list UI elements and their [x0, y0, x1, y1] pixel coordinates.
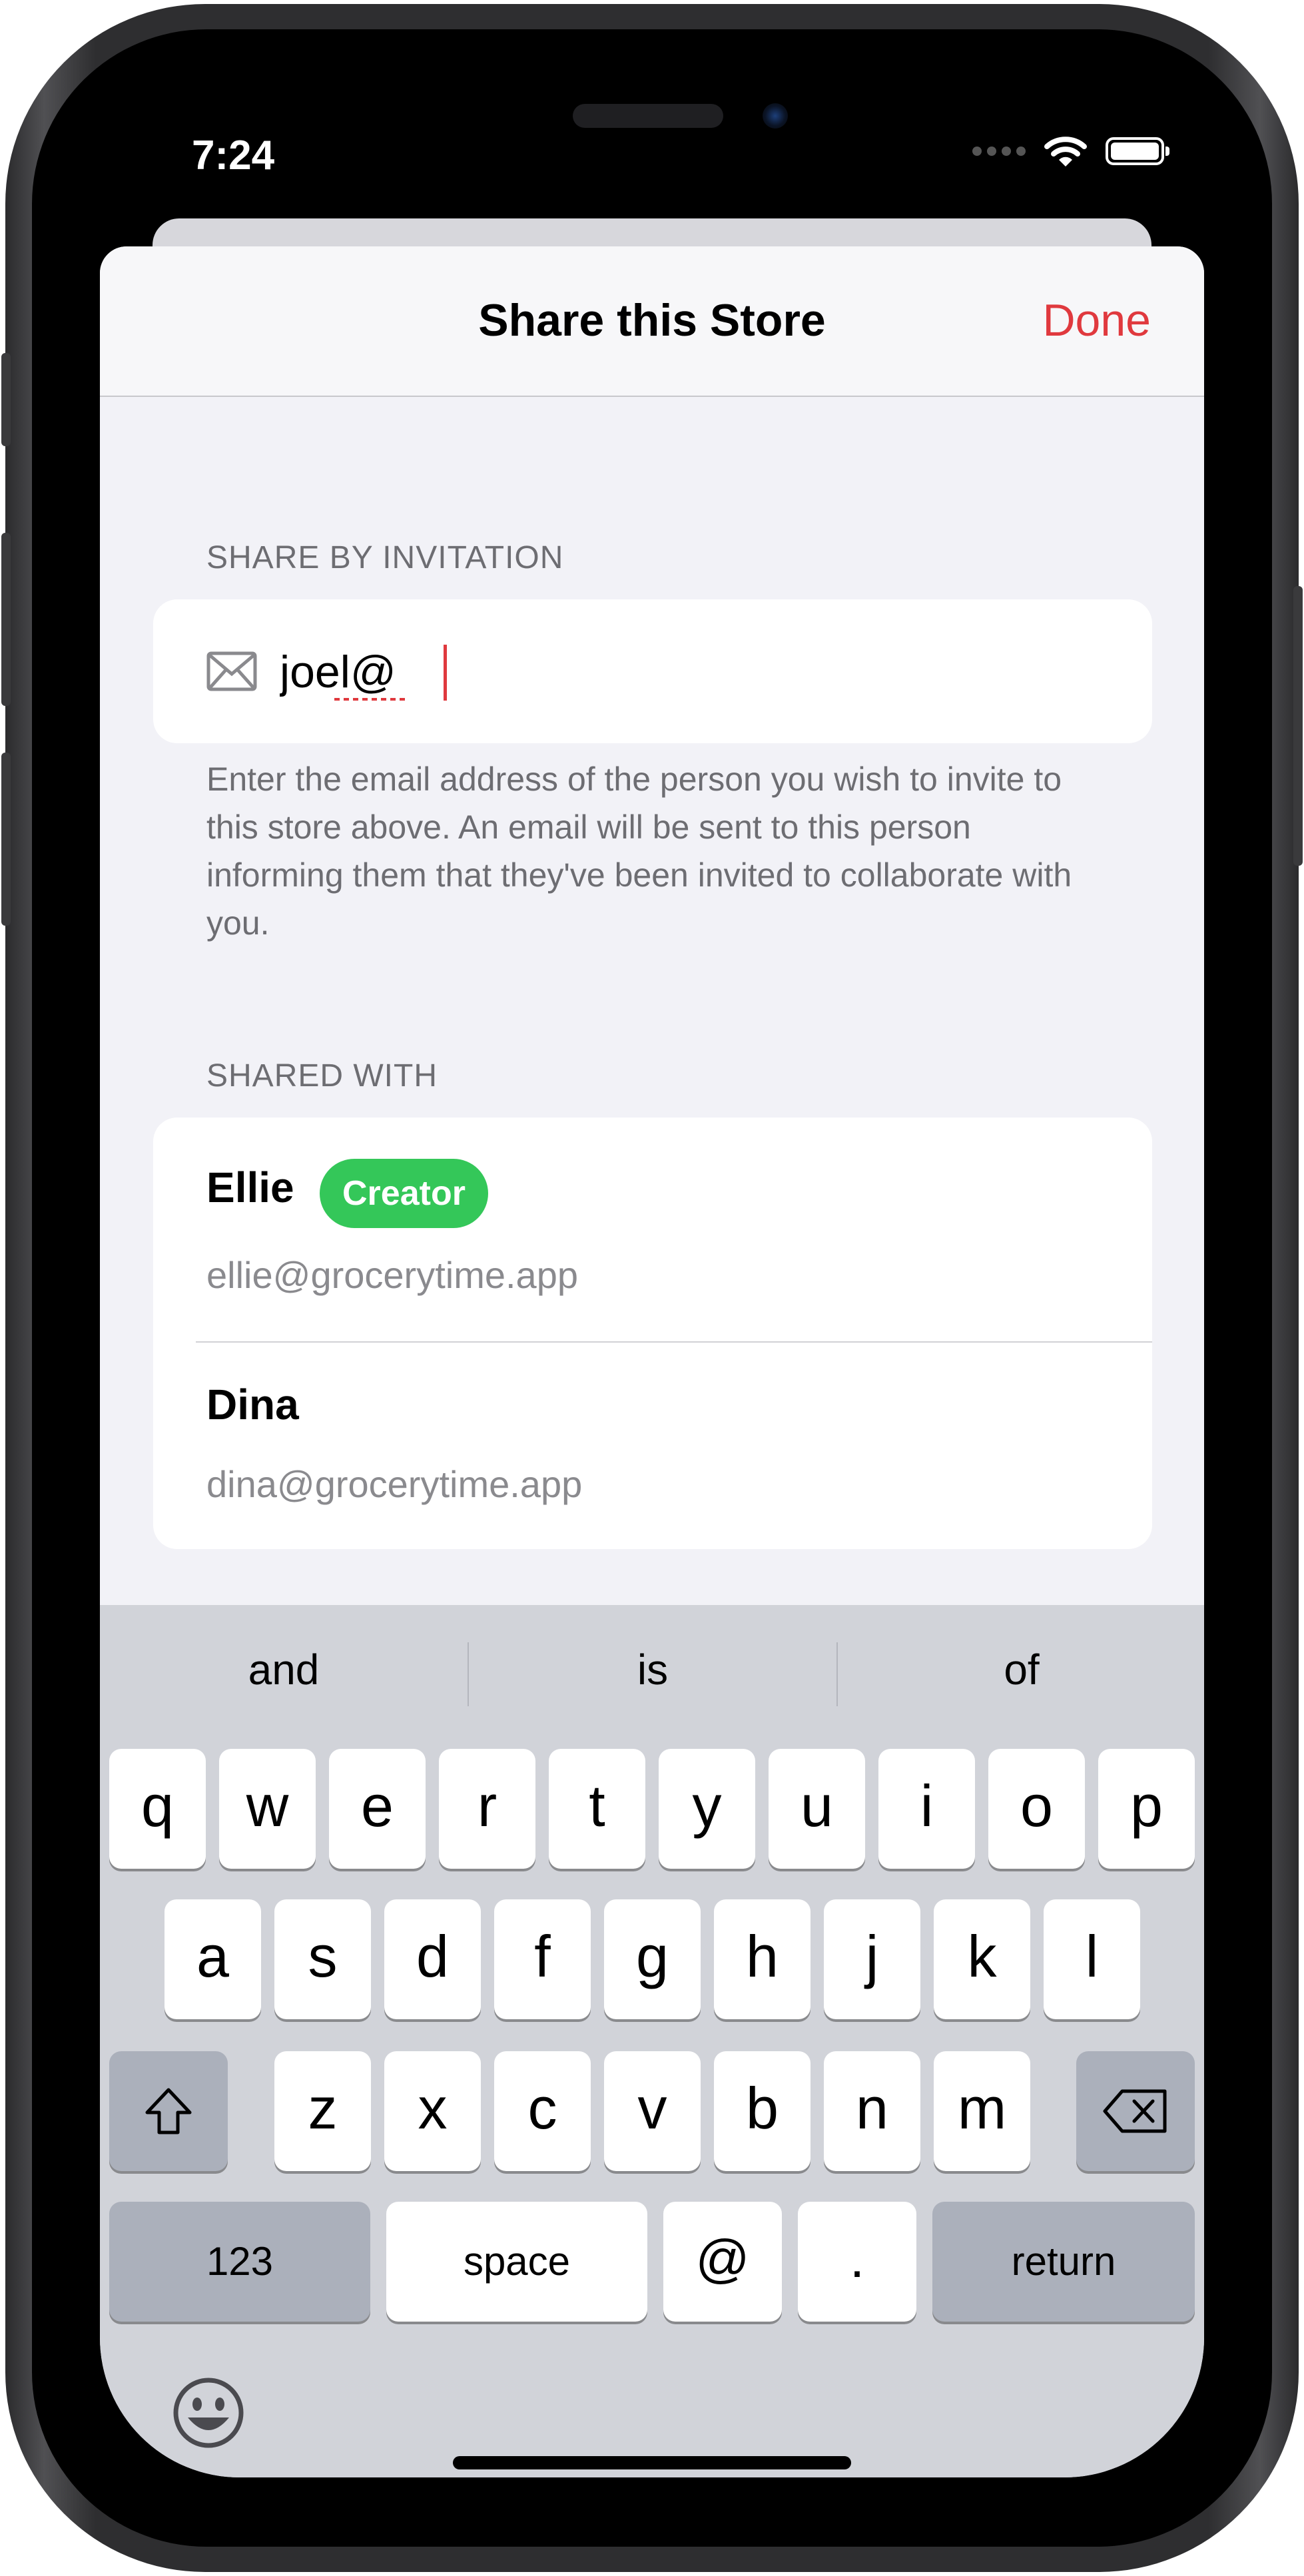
home-indicator [453, 2456, 851, 2469]
emoji-icon[interactable] [172, 2376, 245, 2449]
keyboard: and is of qwertyuiop asdfghjkl zxcvbnm 1… [100, 1605, 1204, 2477]
key-q[interactable]: q [109, 1749, 206, 1869]
key-c[interactable]: c [494, 2051, 591, 2171]
key-j[interactable]: j [824, 1899, 920, 2019]
person-email: ellie@grocerytime.app [206, 1254, 578, 1296]
key-i[interactable]: i [878, 1749, 975, 1869]
key-z[interactable]: z [274, 2051, 371, 2171]
speaker [573, 104, 723, 128]
front-camera [763, 103, 788, 129]
key-d[interactable]: d [384, 1899, 481, 2019]
key-n[interactable]: n [824, 2051, 920, 2171]
space-key[interactable]: space [386, 2202, 647, 2322]
key-b[interactable]: b [714, 2051, 811, 2171]
key-h[interactable]: h [714, 1899, 811, 2019]
list-item[interactable]: Ellie Creator ellie@grocerytime.app [153, 1118, 1152, 1341]
key-f[interactable]: f [494, 1899, 591, 2019]
key-v[interactable]: v [604, 2051, 701, 2171]
done-button[interactable]: Done [1042, 294, 1151, 346]
shift-icon [145, 2088, 192, 2134]
key-x[interactable]: x [384, 2051, 481, 2171]
delete-key[interactable] [1076, 2051, 1195, 2171]
creator-badge: Creator [320, 1159, 488, 1228]
shared-with-list: Ellie Creator ellie@grocerytime.app Dina… [153, 1118, 1152, 1549]
page-title: Share this Store [478, 295, 826, 346]
screen: 7:24 Share this Store Done SHARE BY INVI… [100, 47, 1204, 2477]
key-t[interactable]: t [549, 1749, 645, 1869]
numbers-key[interactable]: 123 [109, 2202, 370, 2322]
battery-icon [1106, 137, 1169, 165]
key-r[interactable]: r [439, 1749, 535, 1869]
email-input-card[interactable] [153, 599, 1152, 743]
side-button-power [1293, 586, 1303, 866]
period-key[interactable]: . [798, 2202, 916, 2322]
suggestion-3[interactable]: of [838, 1645, 1204, 1694]
status-time: 7:24 [192, 133, 275, 178]
side-button-volume-up [1, 533, 11, 706]
text-caret [444, 645, 447, 701]
spellcheck-underline [334, 698, 406, 701]
key-m[interactable]: m [934, 2051, 1030, 2171]
side-button-volume-down [1, 753, 11, 926]
shift-key[interactable] [109, 2051, 228, 2171]
key-o[interactable]: o [988, 1749, 1085, 1869]
list-item[interactable]: Dina dina@grocerytime.app [153, 1343, 1152, 1549]
shared-section-header: SHARED WITH [206, 1058, 438, 1094]
suggestion-2[interactable]: is [469, 1645, 836, 1694]
at-key[interactable]: @ [663, 2202, 782, 2322]
share-sheet: Share this Store Done SHARE BY INVITATIO… [100, 246, 1204, 2477]
status-icons [972, 135, 1169, 168]
invite-section-header: SHARE BY INVITATION [206, 540, 564, 575]
nav-bar: Share this Store Done [100, 246, 1204, 397]
side-button-silent [1, 353, 11, 446]
signal-icon [972, 147, 1026, 156]
key-l[interactable]: l [1044, 1899, 1140, 2019]
key-s[interactable]: s [274, 1899, 371, 2019]
person-name: Dina [206, 1381, 299, 1429]
person-name: Ellie [206, 1163, 294, 1211]
suggestion-1[interactable]: and [100, 1645, 468, 1694]
invite-help-text: Enter the email address of the person yo… [206, 761, 1072, 942]
key-y[interactable]: y [659, 1749, 755, 1869]
wifi-icon [1044, 137, 1087, 166]
notch [340, 47, 964, 153]
key-g[interactable]: g [604, 1899, 701, 2019]
key-k[interactable]: k [934, 1899, 1030, 2019]
delete-icon [1103, 2089, 1167, 2133]
key-a[interactable]: a [164, 1899, 261, 2019]
key-p[interactable]: p [1098, 1749, 1195, 1869]
key-e[interactable]: e [329, 1749, 426, 1869]
key-w[interactable]: w [219, 1749, 316, 1869]
person-email: dina@grocerytime.app [206, 1463, 583, 1505]
return-key[interactable]: return [932, 2202, 1195, 2322]
mail-icon [206, 651, 257, 691]
key-u[interactable]: u [769, 1749, 865, 1869]
